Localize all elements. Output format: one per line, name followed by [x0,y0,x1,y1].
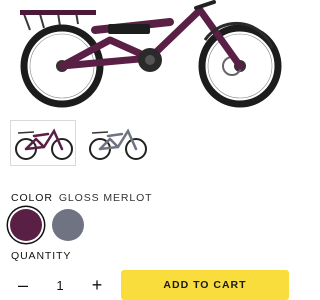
image-thumbnails [10,120,150,166]
add-to-cart-button[interactable]: ADD TO CART [121,270,289,300]
swatch-gloss-merlot[interactable] [10,209,42,241]
thumbnail-gloss-merlot[interactable] [10,120,76,166]
color-swatches [10,209,84,241]
quantity-stepper: – + [10,272,110,298]
color-label: COLOR [11,192,53,204]
bike-thumbnail-icon [15,128,73,160]
quantity-label: QUANTITY [11,250,72,262]
thumbnail-gray[interactable] [84,120,150,166]
increment-button[interactable]: + [84,272,110,298]
quantity-input[interactable] [45,277,75,293]
selected-color-name: GLOSS MERLOT [58,192,153,204]
bike-illustration [20,0,282,108]
color-selection-header: COLOR GLOSS MERLOT [11,192,153,204]
decrement-button[interactable]: – [10,272,36,298]
bike-thumbnail-icon [89,128,147,160]
product-hero-image [0,0,300,112]
swatch-gray[interactable] [52,209,84,241]
